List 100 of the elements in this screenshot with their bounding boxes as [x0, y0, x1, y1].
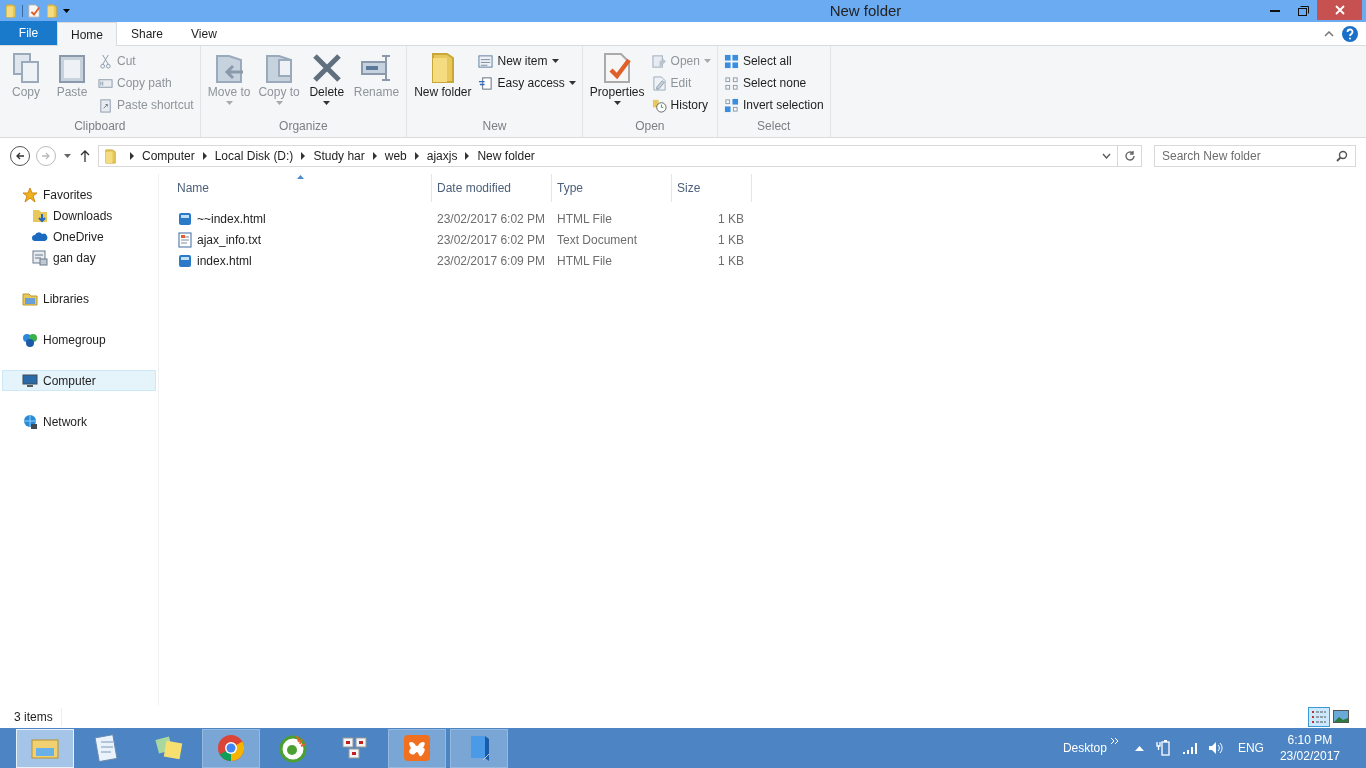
file-row[interactable]: ajax_info.txt 23/02/2017 6:02 PM Text Document 1 KB — [172, 229, 1366, 250]
computer-icon — [22, 372, 38, 389]
chevron-right-icon — [299, 152, 308, 160]
history-icon — [651, 97, 667, 113]
desktop-toolbar[interactable]: Desktop — [1062, 739, 1107, 757]
grid-outline-icon — [723, 75, 739, 91]
up-arrow-icon — [80, 150, 90, 162]
breadcrumb[interactable]: Study har — [313, 147, 365, 165]
date-cell-text: 23/02/2017 6:09 PM — [436, 252, 547, 270]
ribbon-group-label: New — [481, 118, 508, 135]
caret-icon — [551, 59, 559, 63]
clock[interactable]: 6:10 PM 23/02/2017 — [1279, 732, 1340, 764]
file-name: index.html — [197, 252, 252, 270]
browser-icon — [215, 732, 247, 764]
minimize-icon — [1270, 10, 1280, 12]
ribbon-button[interactable]: Properties — [586, 52, 648, 117]
taskbar-button[interactable] — [202, 728, 260, 768]
nav-item[interactable]: gan day — [2, 247, 156, 268]
breadcrumb[interactable]: ajaxjs — [426, 147, 458, 165]
language-indicator[interactable]: ENG — [1237, 739, 1264, 757]
taskbar-button[interactable] — [388, 728, 446, 768]
nav-item[interactable]: Favorites — [2, 184, 156, 205]
file-tab[interactable]: File — [0, 21, 57, 45]
recent-locations-button[interactable] — [62, 154, 72, 158]
chevron-double-right-icon[interactable] — [1110, 738, 1119, 744]
help-icon[interactable] — [1342, 25, 1358, 42]
details-view-button[interactable] — [1308, 706, 1330, 727]
chevron-right-icon — [200, 152, 209, 160]
ribbon-tab[interactable]: View — [177, 22, 231, 46]
ribbon-button[interactable]: Select all — [721, 52, 826, 70]
grid-icon — [723, 53, 739, 69]
customize-caret-icon — [63, 9, 70, 13]
collapse-ribbon-icon[interactable] — [1324, 30, 1334, 37]
file-name: ~~index.html — [197, 210, 266, 228]
type-cell-text: HTML File — [556, 252, 613, 270]
ribbon-tab[interactable]: Home — [57, 22, 117, 46]
refresh-icon[interactable] — [1123, 150, 1136, 162]
sort-ascending-icon — [297, 175, 304, 179]
nav-item[interactable]: Homegroup — [2, 329, 156, 350]
nav-item[interactable]: Network — [2, 411, 156, 432]
ribbon-button[interactable]: New item — [476, 52, 578, 70]
nav-item[interactable]: OneDrive — [2, 226, 156, 247]
ribbon-button[interactable]: Invert selection — [721, 96, 826, 114]
chevron-right-icon — [412, 152, 421, 160]
ribbon-tab[interactable]: Share — [117, 22, 178, 46]
ribbon-button[interactable]: Easy access — [476, 74, 578, 92]
battery-charging-icon[interactable] — [1155, 740, 1170, 756]
address-bar[interactable]: Computer Local Disk (D:) Study har web ajaxjs New folder — [98, 145, 1142, 167]
chevron-right-icon — [463, 152, 472, 160]
download-folder-icon — [32, 207, 48, 224]
nav-item[interactable]: Computer — [2, 370, 156, 391]
caret-icon — [63, 154, 71, 158]
nav-item[interactable]: Downloads — [2, 205, 156, 226]
search-field[interactable]: Search New folder — [1154, 145, 1356, 167]
column-header[interactable]: Date modified — [432, 174, 552, 202]
invert-grid-icon — [723, 97, 739, 113]
homegroup-icon — [22, 331, 38, 348]
column-header[interactable]: Size — [672, 174, 752, 202]
clipboard-icon — [56, 52, 88, 84]
signal-icon[interactable] — [1181, 742, 1198, 754]
document-icon — [478, 75, 494, 91]
nav-item[interactable]: Libraries — [2, 288, 156, 309]
item-count: 3 items — [14, 707, 62, 726]
close-icon — [1334, 5, 1345, 15]
breadcrumb[interactable]: New folder — [477, 147, 535, 165]
delete-icon — [310, 52, 343, 84]
column-header[interactable]: Type — [552, 174, 672, 202]
breadcrumb[interactable]: Computer — [142, 147, 195, 165]
breadcrumb[interactable]: web — [384, 147, 407, 165]
forward-arrow-icon — [41, 151, 51, 161]
chevron-down-icon[interactable] — [1102, 153, 1111, 159]
ribbon-group-label: Clipboard — [73, 118, 127, 135]
open-icon — [651, 53, 667, 69]
caret-icon — [613, 101, 621, 105]
window-title: New folder — [828, 0, 903, 21]
close-button[interactable] — [1317, 0, 1362, 20]
ribbon-button[interactable]: New folder — [411, 52, 475, 117]
up-button[interactable] — [78, 150, 92, 162]
ribbon-button[interactable]: Delete — [304, 52, 349, 117]
chevron-right-icon — [128, 152, 136, 160]
date-cell-text: 23/02/2017 6:02 PM — [436, 231, 547, 249]
move-icon — [213, 52, 246, 84]
ribbon-group-label: Open — [634, 118, 666, 135]
caret-icon — [323, 101, 331, 105]
copy-icon — [10, 52, 42, 84]
show-hidden-icons-icon[interactable] — [1134, 745, 1144, 751]
ribbon-group-label: Organize — [278, 118, 329, 135]
taskbar-button[interactable] — [450, 728, 508, 768]
file-row[interactable]: index.html 23/02/2017 6:09 PM HTML File 1 KB — [172, 250, 1366, 271]
ribbon-button[interactable]: Select none — [721, 74, 826, 92]
type-cell-text: Text Document — [556, 231, 639, 249]
file-name: ajax_info.txt — [197, 231, 262, 249]
ribbon-group-label: Select — [756, 118, 792, 135]
file-row[interactable]: ~~index.html 23/02/2017 6:02 PM HTML File 1 KB — [172, 208, 1366, 229]
recent-icon — [32, 249, 48, 266]
breadcrumb[interactable]: Local Disk (D:) — [214, 147, 294, 165]
date-cell-text: 23/02/2017 6:02 PM — [436, 210, 547, 228]
size-cell-text: 1 KB — [717, 252, 745, 270]
ribbon-button[interactable]: History — [649, 96, 713, 114]
volume-icon[interactable] — [1207, 741, 1224, 755]
